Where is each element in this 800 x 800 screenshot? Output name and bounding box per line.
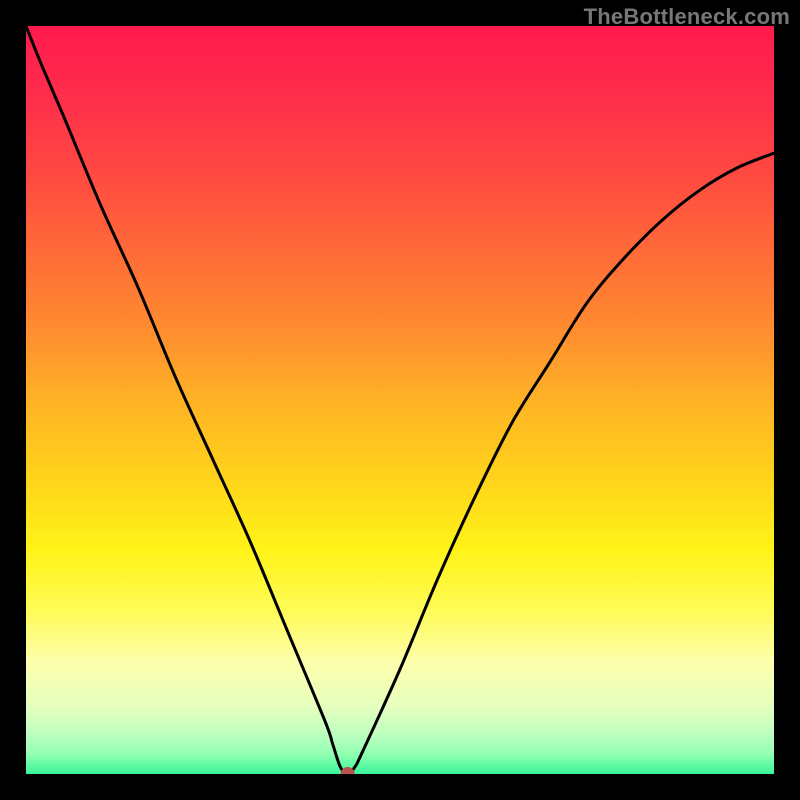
chart-svg [26, 26, 774, 774]
gradient-background [26, 26, 774, 774]
chart-plot-area [26, 26, 774, 774]
watermark-text: TheBottleneck.com [584, 4, 790, 30]
chart-frame: TheBottleneck.com [0, 0, 800, 800]
